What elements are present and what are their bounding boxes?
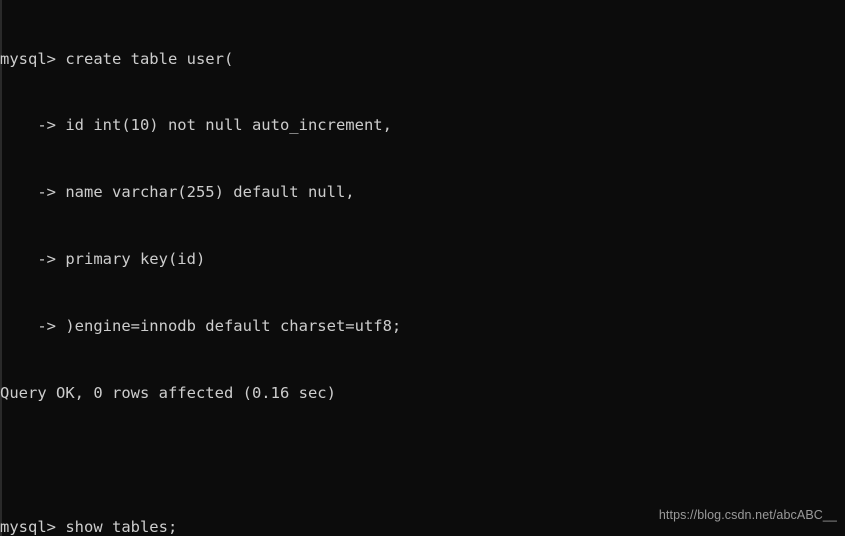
terminal-line: -> name varchar(255) default null, — [0, 183, 355, 202]
terminal-window[interactable]: mysql> create table user( -> id int(10) … — [0, 0, 845, 536]
terminal-line: -> id int(10) not null auto_increment, — [0, 116, 392, 135]
terminal-line: -> )engine=innodb default charset=utf8; — [0, 317, 402, 336]
terminal-line: -> primary key(id) — [0, 250, 206, 269]
watermark-text: https://blog.csdn.net/abcABC__ — [658, 508, 837, 522]
terminal-line: mysql> create table user( — [0, 49, 234, 68]
terminal-line: Query OK, 0 rows affected (0.16 sec) — [0, 384, 336, 403]
console-output[interactable]: mysql> create table user( -> id int(10) … — [0, 3, 845, 536]
